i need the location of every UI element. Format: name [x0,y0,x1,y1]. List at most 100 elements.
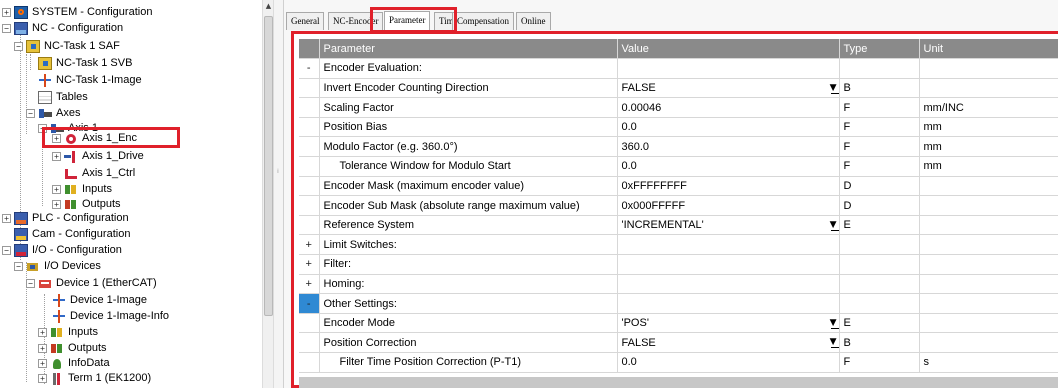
tree-node-axes[interactable]: − Axes [26,105,80,121]
param-value-dropdown[interactable]: FALSE ▼ [617,78,840,99]
expand-icon[interactable]: + [38,327,47,337]
tree-node-nc-task-saf[interactable]: − NC-Task 1 SAF [14,38,120,54]
header-unit[interactable]: Unit [919,39,1058,60]
tree-node-io-configuration[interactable]: − I/O - Configuration [2,242,122,258]
collapse-toggle[interactable]: - [299,293,320,314]
scrollbar-thumb[interactable] [264,16,273,316]
tree-node-term-1[interactable]: + Term 1 (EK1200) [38,370,151,386]
param-value[interactable]: 0xFFFFFFFF [617,176,840,197]
tree-node-axis-1-drive[interactable]: + Axis 1_Drive [52,148,144,164]
param-value-dropdown[interactable]: FALSE ▼ [617,332,840,353]
expand-icon[interactable]: + [52,184,61,194]
param-type: E [839,215,920,236]
expand-icon[interactable]: + [52,151,61,161]
param-value[interactable]: 0.0 [617,117,840,138]
tree-node-tables[interactable]: Tables [38,89,88,105]
tree-node-axis-1-ctrl[interactable]: Axis 1_Ctrl [64,165,135,181]
param-value[interactable]: 0.0 [617,352,840,373]
tab-online[interactable]: Online [516,12,551,30]
splitter-grip-icon: ⁞ [277,168,279,175]
collapse-icon[interactable]: − [26,108,35,118]
row-expand-cell [299,78,320,99]
scroll-up-icon[interactable]: ▲ [264,2,273,12]
table-row[interactable]: Encoder Sub Mask (absolute range maximum… [299,195,1058,216]
tree-node-device-1-image-info[interactable]: Device 1-Image-Info [52,308,169,324]
header-parameter[interactable]: Parameter [319,39,618,60]
table-row[interactable]: + Homing: [299,274,1058,295]
expand-icon[interactable]: + [38,343,47,353]
table-row[interactable]: Encoder Mask (maximum encoder value) 0xF… [299,176,1058,197]
expand-icon[interactable]: + [38,358,47,368]
param-value[interactable]: 0.00046 [617,97,840,118]
expand-icon[interactable]: + [52,199,61,209]
table-row[interactable]: Position Bias 0.0 F mm [299,117,1058,138]
collapse-icon[interactable]: − [2,23,11,33]
tree-scrollbar[interactable]: ▲ [262,0,274,388]
table-row[interactable]: Position Correction FALSE ▼ B [299,332,1058,353]
tree-node-nc-task-image[interactable]: NC-Task 1-Image [38,72,142,88]
tree-node-cam-configuration[interactable]: Cam - Configuration [14,226,130,242]
param-unit [919,176,1058,197]
param-name: Filter Time Position Correction (P-T1) [319,352,618,373]
expand-toggle[interactable]: + [299,274,320,295]
collapse-icon[interactable]: − [2,245,11,255]
table-row[interactable]: - Encoder Evaluation: [299,58,1058,79]
dropdown-arrow-icon[interactable]: ▼ [830,83,838,94]
tree-node-label: Axis 1_Drive [82,150,144,162]
table-row[interactable]: + Filter: [299,254,1058,275]
tree-node-device-1-ethercat[interactable]: − Device 1 (EtherCAT) [26,275,157,291]
table-row[interactable]: Scaling Factor 0.00046 F mm/INC [299,97,1058,118]
tree-node-system-configuration[interactable]: + SYSTEM - Configuration [2,4,152,20]
tree-node-axis-inputs[interactable]: + Inputs [52,181,112,197]
expand-icon[interactable]: + [2,213,11,223]
expand-icon[interactable]: + [2,7,11,17]
table-row[interactable]: Tolerance Window for Modulo Start 0.0 F … [299,156,1058,177]
param-value: 'INCREMENTAL' [621,219,704,232]
tree-node-device-1-image[interactable]: Device 1-Image [52,292,147,308]
tree-node-io-devices[interactable]: − I/O Devices [14,258,101,274]
collapse-toggle[interactable]: - [299,58,320,79]
terminal-icon [50,372,64,385]
collapse-icon[interactable]: − [14,261,23,271]
tab-compensation[interactable]: Compensation [452,12,514,30]
tree-node-nc-configuration[interactable]: − NC - Configuration [2,20,123,36]
tree-node-device-outputs[interactable]: + Outputs [38,340,107,356]
collapse-icon[interactable]: − [14,41,23,51]
tree-node-label: InfoData [68,357,110,369]
param-value [617,293,840,314]
dropdown-arrow-icon[interactable]: ▼ [830,220,838,231]
table-row[interactable]: - Other Settings: [299,293,1058,314]
param-value-dropdown[interactable]: 'INCREMENTAL' ▼ [617,215,840,236]
collapse-icon[interactable]: − [26,278,35,288]
solution-tree[interactable]: + SYSTEM - Configuration − NC - Configur… [0,0,262,388]
tree-node-plc-configuration[interactable]: + PLC - Configuration [2,210,129,226]
header-type[interactable]: Type [839,39,920,60]
tree-node-nc-task-svb[interactable]: NC-Task 1 SVB [38,55,132,71]
tree-node-infodata[interactable]: + InfoData [38,355,110,371]
table-row[interactable]: Encoder Mode 'POS' ▼ E [299,313,1058,334]
expand-icon[interactable]: + [38,373,47,383]
param-type: D [839,176,920,197]
expand-toggle[interactable]: + [299,254,320,275]
table-row[interactable]: Invert Encoder Counting Direction FALSE ▼… [299,78,1058,99]
param-value[interactable]: 0x000FFFFF [617,195,840,216]
expand-toggle[interactable]: + [299,234,320,256]
table-row[interactable]: Modulo Factor (e.g. 360.0°) 360.0 F mm [299,136,1058,158]
dropdown-arrow-icon[interactable]: ▼ [830,318,838,329]
table-row[interactable]: Reference System 'INCREMENTAL' ▼ E [299,215,1058,236]
param-value[interactable]: 0.0 [617,156,840,177]
param-type [839,254,920,275]
panel-splitter[interactable]: ⁞ [274,0,284,388]
table-row[interactable]: Filter Time Position Correction (P-T1) 0… [299,352,1058,373]
header-value[interactable]: Value [617,39,840,60]
dropdown-arrow-icon[interactable]: ▼ [830,337,838,349]
param-unit [919,78,1058,99]
param-value-dropdown[interactable]: 'POS' ▼ [617,313,840,334]
param-type: F [839,136,920,158]
param-value[interactable]: 360.0 [617,136,840,158]
tab-general[interactable]: General [286,12,325,30]
tree-node-device-inputs[interactable]: + Inputs [38,324,98,340]
table-row[interactable]: + Limit Switches: [299,234,1058,256]
parameter-grid: Parameter Value Type Unit - Encoder Eval… [299,39,1058,373]
param-name: Tolerance Window for Modulo Start [319,156,618,177]
